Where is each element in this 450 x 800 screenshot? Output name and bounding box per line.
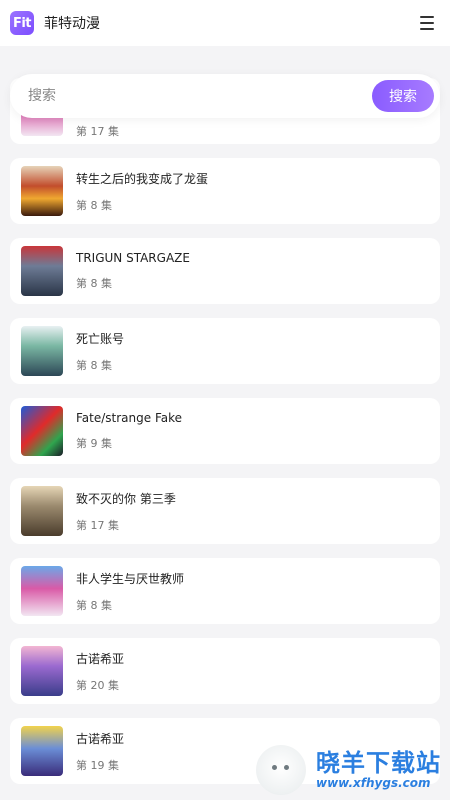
episode-count: 第 17 集 xyxy=(76,518,119,532)
episode-count: 第 8 集 xyxy=(76,198,112,212)
anime-title: 死亡账号 xyxy=(76,331,125,346)
anime-title: 古诺希亚 xyxy=(76,731,125,746)
app-screen: 第 17 集 转生之后的我变成了龙蛋 第 8 集 TRIGUN STARGAZE… xyxy=(0,0,450,800)
search-bar: 搜索 xyxy=(10,74,440,118)
anime-title: TRIGUN STARGAZE xyxy=(76,251,190,265)
episode-count: 第 8 集 xyxy=(76,358,112,372)
anime-thumbnail xyxy=(21,646,63,696)
anime-title: 转生之后的我变成了龙蛋 xyxy=(76,171,209,186)
watermark-url: www.xfhygs.com xyxy=(316,776,431,790)
anime-title: 致不灭的你 第三季 xyxy=(76,491,176,506)
site-watermark: 晓羊下载站 www.xfhygs.com xyxy=(256,740,450,800)
anime-title: 非人学生与厌世教师 xyxy=(76,571,185,586)
episode-count: 第 17 集 xyxy=(76,125,119,138)
list-item[interactable]: 古诺希亚 第 20 集 xyxy=(10,638,440,704)
watermark-text: 晓羊下载站 www.xfhygs.com xyxy=(316,750,441,790)
app-header: Fit 菲特动漫 xyxy=(0,0,450,46)
sheep-mascot-icon xyxy=(256,745,306,795)
app-logo: Fit xyxy=(10,11,34,35)
episode-count: 第 9 集 xyxy=(76,437,112,450)
anime-thumbnail xyxy=(21,406,63,456)
anime-thumbnail xyxy=(21,166,63,216)
anime-title: 古诺希亚 xyxy=(76,651,125,666)
list-item[interactable]: 死亡账号 第 8 集 xyxy=(10,318,440,384)
search-button[interactable]: 搜索 xyxy=(372,80,434,112)
list-item-info: 转生之后的我变成了龙蛋 第 8 集 xyxy=(76,170,208,213)
list-item-info: 古诺希亚 第 19 集 xyxy=(76,730,124,773)
list-item[interactable]: Fate/strange Fake 第 9 集 xyxy=(10,398,440,464)
episode-count: 第 8 集 xyxy=(76,598,112,612)
list-item-info: 死亡账号 第 8 集 xyxy=(76,330,124,373)
list-item[interactable]: 转生之后的我变成了龙蛋 第 8 集 xyxy=(10,158,440,224)
episode-count: 第 20 集 xyxy=(76,678,119,692)
list-item[interactable]: 致不灭的你 第三季 第 17 集 xyxy=(10,478,440,544)
app-title: 菲特动漫 xyxy=(44,16,100,32)
list-item-info: 致不灭的你 第三季 第 17 集 xyxy=(76,490,176,533)
anime-thumbnail xyxy=(21,246,63,296)
anime-thumbnail xyxy=(21,486,63,536)
anime-title: Fate/strange Fake xyxy=(76,411,183,425)
anime-thumbnail xyxy=(21,726,63,776)
anime-thumbnail xyxy=(21,326,63,376)
anime-thumbnail xyxy=(21,566,63,616)
list-item-info: Fate/strange Fake 第 9 集 xyxy=(76,411,182,451)
list-item-info: TRIGUN STARGAZE 第 8 集 xyxy=(76,251,190,291)
search-input[interactable] xyxy=(26,87,372,105)
hamburger-menu-icon[interactable] xyxy=(416,12,438,34)
watermark-title: 晓羊下载站 xyxy=(316,749,441,777)
list-item[interactable]: 非人学生与厌世教师 第 8 集 xyxy=(10,558,440,624)
list-item-info: 古诺希亚 第 20 集 xyxy=(76,650,124,693)
episode-count: 第 8 集 xyxy=(76,277,112,290)
list-item-info: 非人学生与厌世教师 第 8 集 xyxy=(76,570,184,613)
list-item[interactable]: TRIGUN STARGAZE 第 8 集 xyxy=(10,238,440,304)
episode-count: 第 19 集 xyxy=(76,758,119,772)
